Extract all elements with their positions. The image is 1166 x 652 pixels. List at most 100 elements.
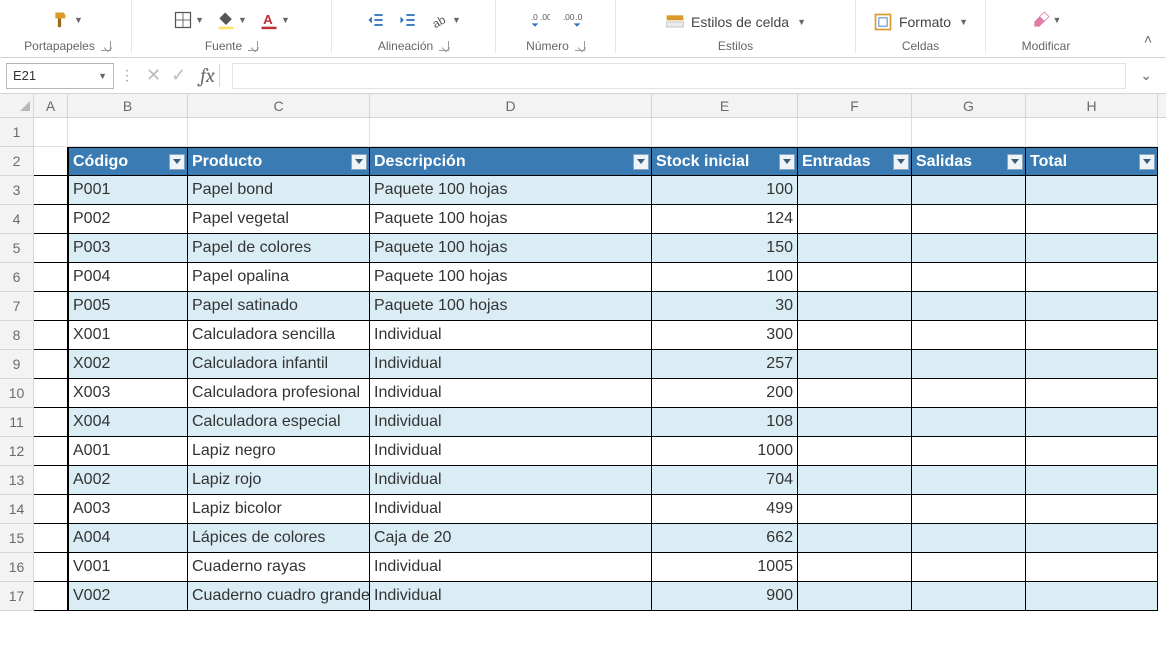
row-header[interactable]: 3 xyxy=(0,176,34,205)
borders-icon[interactable]: ▼ xyxy=(173,10,204,30)
cell-producto[interactable]: Calculadora profesional xyxy=(188,379,370,408)
cell[interactable] xyxy=(68,118,188,147)
cell-total[interactable] xyxy=(1026,263,1158,292)
cell[interactable] xyxy=(34,176,68,205)
cell-salidas[interactable] xyxy=(912,292,1026,321)
cell-total[interactable] xyxy=(1026,524,1158,553)
row-header[interactable]: 14 xyxy=(0,495,34,524)
cell-descripcion[interactable]: Individual xyxy=(370,350,652,379)
cell-stock[interactable]: 1000 xyxy=(652,437,798,466)
table-header[interactable]: Total xyxy=(1026,147,1158,176)
cell[interactable] xyxy=(34,350,68,379)
cell-producto[interactable]: Papel vegetal xyxy=(188,205,370,234)
row-header[interactable]: 5 xyxy=(0,234,34,263)
row-header[interactable]: 4 xyxy=(0,205,34,234)
table-header[interactable]: Salidas xyxy=(912,147,1026,176)
cell-entradas[interactable] xyxy=(798,263,912,292)
cell-salidas[interactable] xyxy=(912,176,1026,205)
row-header[interactable]: 2 xyxy=(0,147,34,176)
dialog-launcher-icon[interactable] xyxy=(101,41,111,51)
cell-codigo[interactable]: P001 xyxy=(68,176,188,205)
cell-total[interactable] xyxy=(1026,234,1158,263)
decrease-decimal-icon[interactable]: .00.0 xyxy=(562,10,582,30)
row-header[interactable]: 15 xyxy=(0,524,34,553)
cell-salidas[interactable] xyxy=(912,524,1026,553)
cell[interactable] xyxy=(34,263,68,292)
cell-total[interactable] xyxy=(1026,466,1158,495)
decrease-indent-icon[interactable] xyxy=(366,10,386,30)
cell-codigo[interactable]: P004 xyxy=(68,263,188,292)
cell-producto[interactable]: Lapiz rojo xyxy=(188,466,370,495)
filter-dropdown-icon[interactable] xyxy=(633,154,649,170)
cell-salidas[interactable] xyxy=(912,437,1026,466)
cell-entradas[interactable] xyxy=(798,292,912,321)
orientation-icon[interactable]: ab ▼ xyxy=(430,10,461,30)
dialog-launcher-icon[interactable] xyxy=(248,41,258,51)
cell-descripcion[interactable]: Individual xyxy=(370,437,652,466)
cell[interactable] xyxy=(370,118,652,147)
cell-total[interactable] xyxy=(1026,292,1158,321)
filter-dropdown-icon[interactable] xyxy=(1139,154,1155,170)
cell-descripcion[interactable]: Individual xyxy=(370,466,652,495)
cell-producto[interactable]: Cuaderno rayas xyxy=(188,553,370,582)
cell-codigo[interactable]: X003 xyxy=(68,379,188,408)
cell-descripcion[interactable]: Individual xyxy=(370,495,652,524)
cell-descripcion[interactable]: Individual xyxy=(370,408,652,437)
cell-producto[interactable]: Calculadora infantil xyxy=(188,350,370,379)
insert-function-button[interactable]: fx xyxy=(196,64,220,87)
row-header[interactable]: 11 xyxy=(0,408,34,437)
cell-producto[interactable]: Calculadora especial xyxy=(188,408,370,437)
filter-dropdown-icon[interactable] xyxy=(169,154,185,170)
cell[interactable] xyxy=(34,292,68,321)
cell-producto[interactable]: Lapiz negro xyxy=(188,437,370,466)
cell-entradas[interactable] xyxy=(798,553,912,582)
increase-indent-icon[interactable] xyxy=(398,10,418,30)
cell-descripcion[interactable]: Paquete 100 hojas xyxy=(370,263,652,292)
row-header[interactable]: 12 xyxy=(0,437,34,466)
column-header[interactable]: H xyxy=(1026,94,1158,117)
cell-stock[interactable]: 499 xyxy=(652,495,798,524)
column-header[interactable]: E xyxy=(652,94,798,117)
cell-producto[interactable]: Papel de colores xyxy=(188,234,370,263)
name-box[interactable]: E21 ▼ xyxy=(6,63,114,89)
cell-codigo[interactable]: A001 xyxy=(68,437,188,466)
cell-entradas[interactable] xyxy=(798,437,912,466)
cell-entradas[interactable] xyxy=(798,205,912,234)
cell-entradas[interactable] xyxy=(798,350,912,379)
column-header[interactable]: F xyxy=(798,94,912,117)
row-header[interactable]: 16 xyxy=(0,553,34,582)
cancel-icon[interactable]: ✕ xyxy=(146,65,161,86)
cell[interactable] xyxy=(34,321,68,350)
cell-stock[interactable]: 257 xyxy=(652,350,798,379)
row-header[interactable]: 10 xyxy=(0,379,34,408)
column-header[interactable]: A xyxy=(34,94,68,117)
cell-total[interactable] xyxy=(1026,582,1158,611)
cell-stock[interactable]: 150 xyxy=(652,234,798,263)
cell-total[interactable] xyxy=(1026,350,1158,379)
row-header[interactable]: 17 xyxy=(0,582,34,611)
column-header[interactable]: G xyxy=(912,94,1026,117)
cell-producto[interactable]: Papel satinado xyxy=(188,292,370,321)
row-header[interactable]: 6 xyxy=(0,263,34,292)
cell-entradas[interactable] xyxy=(798,582,912,611)
cell-entradas[interactable] xyxy=(798,524,912,553)
column-header[interactable]: D xyxy=(370,94,652,117)
cell[interactable] xyxy=(912,118,1026,147)
cell-descripcion[interactable]: Paquete 100 hojas xyxy=(370,205,652,234)
cell-salidas[interactable] xyxy=(912,553,1026,582)
cell-stock[interactable]: 1005 xyxy=(652,553,798,582)
cell-stock[interactable]: 200 xyxy=(652,379,798,408)
cell-total[interactable] xyxy=(1026,437,1158,466)
cell-producto[interactable]: Lapiz bicolor xyxy=(188,495,370,524)
cell-codigo[interactable]: P003 xyxy=(68,234,188,263)
cell-salidas[interactable] xyxy=(912,582,1026,611)
cell-codigo[interactable]: P005 xyxy=(68,292,188,321)
clear-icon[interactable]: ▼ xyxy=(1031,10,1062,30)
cell-salidas[interactable] xyxy=(912,234,1026,263)
cell-descripcion[interactable]: Individual xyxy=(370,321,652,350)
format-button[interactable]: Formato ▼ xyxy=(873,12,968,32)
table-header[interactable]: Stock inicial xyxy=(652,147,798,176)
cell-total[interactable] xyxy=(1026,495,1158,524)
cell-entradas[interactable] xyxy=(798,321,912,350)
cell[interactable] xyxy=(34,553,68,582)
